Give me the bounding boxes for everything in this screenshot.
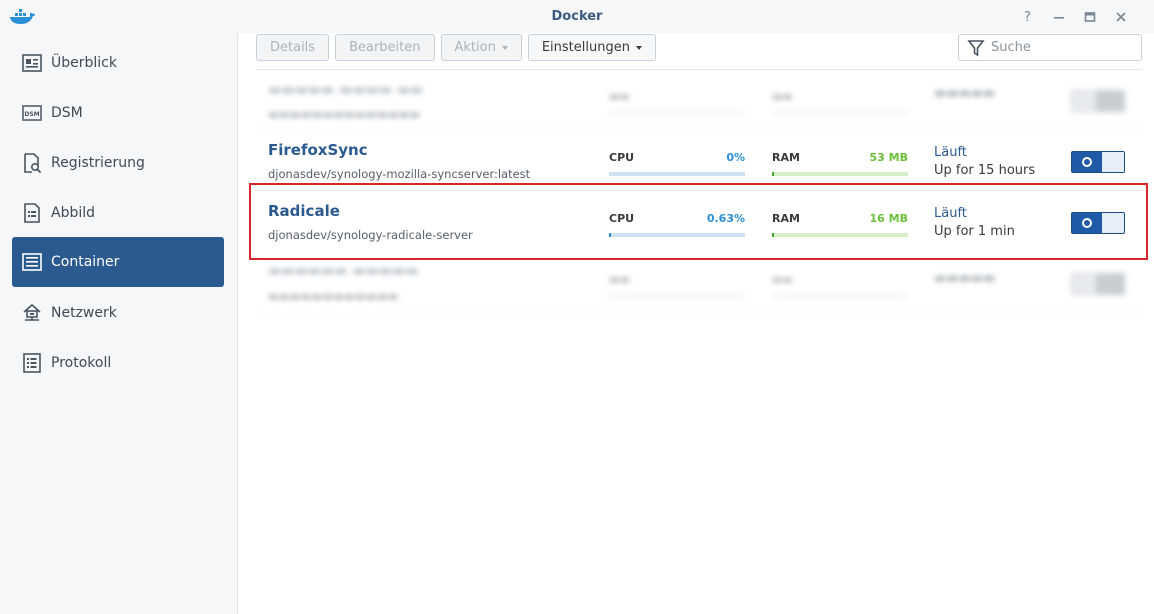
redacted-label: ▬▬ — [609, 273, 630, 286]
minimize-icon[interactable] — [1043, 8, 1074, 26]
cpu-value: 0% — [726, 151, 745, 164]
redacted-status: ▬▬▬▬▬ — [934, 86, 996, 101]
redacted-toggle[interactable] — [1071, 90, 1125, 112]
title-bar: Docker ? — [0, 0, 1154, 33]
redacted-bar — [772, 294, 908, 298]
sidebar-item-overview[interactable]: Überblick — [12, 38, 224, 88]
sidebar-item-dsm[interactable]: DSM DSM — [12, 88, 224, 138]
registry-icon — [21, 152, 43, 174]
ram-label: RAM — [772, 151, 800, 164]
settings-button-label: Einstellungen — [541, 40, 630, 55]
chevron-down-icon — [501, 45, 508, 50]
redacted-bar — [609, 294, 745, 298]
sidebar-item-label: Protokoll — [51, 355, 112, 371]
sidebar-item-label: DSM — [51, 105, 83, 121]
container-row[interactable]: FirefoxSync djonasdev/synology-mozilla-s… — [256, 131, 1142, 191]
sidebar-item-network[interactable]: Netzwerk — [12, 288, 224, 338]
redacted-label: ▬▬ — [772, 90, 793, 103]
toolbar: Details Bearbeiten Aktion Einstellungen — [256, 34, 656, 61]
log-icon — [21, 352, 43, 374]
ram-value: 53 MB — [869, 151, 908, 164]
sidebar-item-label: Container — [51, 254, 120, 270]
sidebar-item-image[interactable]: Abbild — [12, 188, 224, 238]
cpu-usage-bar — [609, 172, 745, 176]
sidebar: Überblick DSM DSM Registrierung Abbild C… — [0, 33, 238, 614]
redacted-status: ▬▬▬▬▬ — [934, 271, 996, 286]
sidebar-item-container[interactable]: Container — [12, 237, 224, 287]
sidebar-item-label: Abbild — [51, 205, 96, 221]
redacted-name: ▬▬▬▬▬ ▬▬▬▬ ▬▬ — [268, 82, 424, 98]
ram-usage-bar — [772, 172, 908, 176]
redacted-bar — [772, 111, 908, 115]
dsm-icon: DSM — [21, 102, 43, 124]
action-button-label: Aktion — [454, 40, 496, 55]
redacted-label: ▬▬ — [772, 273, 793, 286]
ram-usage-fill — [772, 172, 774, 176]
status-text: Läuft — [934, 145, 967, 160]
filter-icon[interactable] — [967, 39, 985, 57]
redacted-image: ▬▬▬▬▬▬▬▬▬▬▬▬▬▬ — [268, 107, 421, 121]
help-icon[interactable]: ? — [1012, 8, 1043, 26]
container-row-redacted[interactable]: ▬▬▬▬▬ ▬▬▬▬ ▬▬ ▬▬▬▬▬▬▬▬▬▬▬▬▬▬ ▬▬ ▬▬ ▬▬▬▬▬ — [256, 70, 1142, 130]
container-row-redacted[interactable]: ▬▬▬▬▬▬ ▬▬▬▬▬ ▬▬▬▬▬▬▬▬▬▬▬▬ ▬▬ ▬▬ ▬▬▬▬▬ — [256, 253, 1142, 313]
redacted-toggle[interactable] — [1071, 273, 1125, 295]
container-name[interactable]: FirefoxSync — [268, 141, 368, 159]
toggle-knob — [1072, 152, 1102, 172]
image-icon — [21, 202, 43, 224]
cpu-label: CPU — [609, 151, 635, 164]
chevron-down-icon — [635, 45, 642, 50]
redacted-name: ▬▬▬▬▬▬ ▬▬▬▬▬ — [268, 263, 419, 279]
close-icon[interactable] — [1105, 8, 1136, 26]
run-toggle[interactable] — [1071, 151, 1125, 173]
action-button[interactable]: Aktion — [440, 34, 522, 61]
sidebar-item-log[interactable]: Protokoll — [12, 338, 224, 388]
uptime-text: Up for 15 hours — [934, 163, 1036, 178]
sidebar-item-label: Netzwerk — [51, 305, 117, 321]
search-input[interactable] — [991, 40, 1131, 55]
container-icon — [21, 251, 43, 273]
details-button[interactable]: Details — [256, 34, 330, 61]
redacted-label: ▬▬ — [609, 90, 630, 103]
edit-button[interactable]: Bearbeiten — [335, 34, 435, 61]
maximize-icon[interactable] — [1074, 8, 1105, 26]
settings-button[interactable]: Einstellungen — [527, 34, 656, 61]
network-icon — [21, 302, 43, 324]
sidebar-item-label: Registrierung — [51, 155, 145, 171]
window-title: Docker — [551, 9, 603, 24]
redacted-image: ▬▬▬▬▬▬▬▬▬▬▬▬ — [268, 289, 399, 303]
highlight-box — [249, 183, 1148, 260]
search-box[interactable] — [958, 34, 1142, 61]
sidebar-item-registry[interactable]: Registrierung — [12, 138, 224, 188]
overview-icon — [21, 52, 43, 74]
container-image: djonasdev/synology-mozilla-syncserver:la… — [268, 167, 531, 181]
redacted-bar — [609, 111, 745, 115]
sidebar-item-label: Überblick — [51, 55, 117, 71]
svg-text:DSM: DSM — [24, 111, 39, 118]
